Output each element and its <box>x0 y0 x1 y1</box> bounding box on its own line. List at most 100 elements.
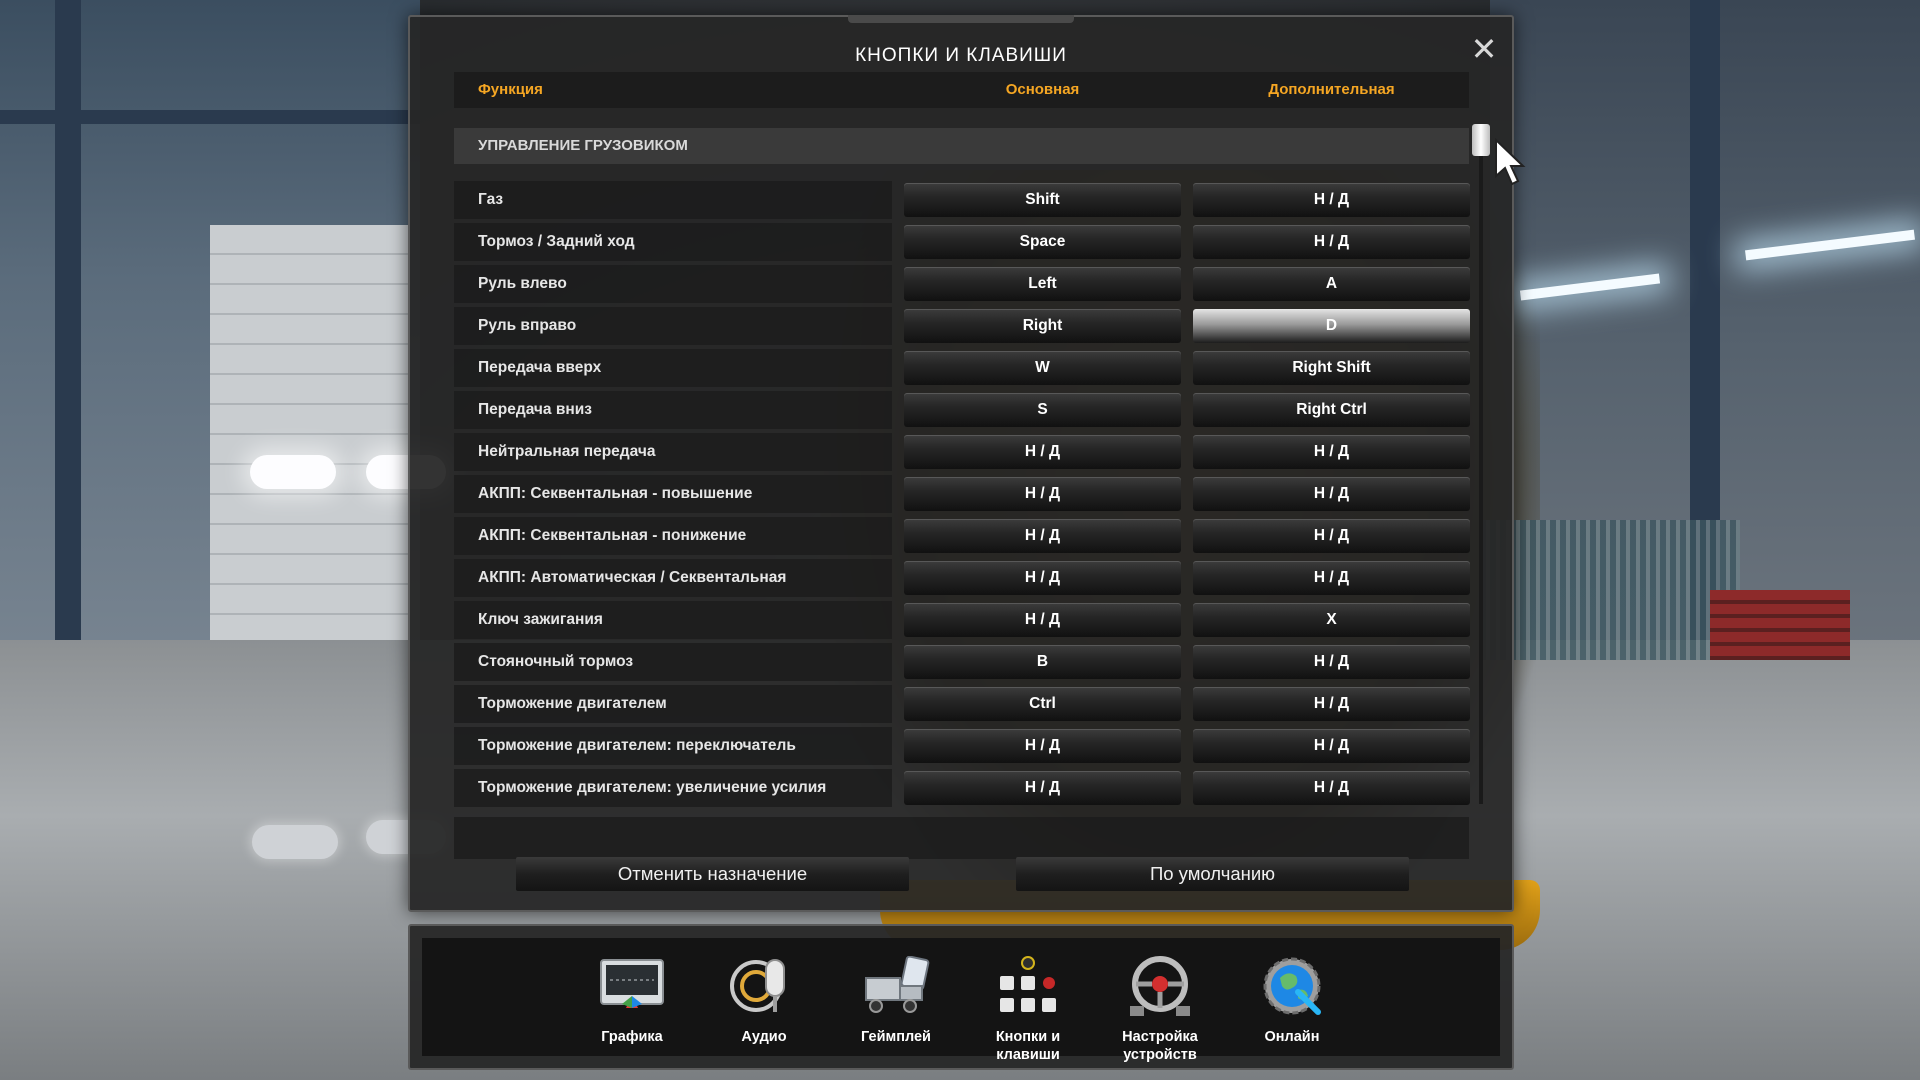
function-label: Передача вверх <box>454 349 892 387</box>
secondary-key-button[interactable]: A <box>1193 267 1470 301</box>
keybindings-table: Функция Основная Дополнительная УПРАВЛЕН… <box>454 72 1470 862</box>
primary-key-button[interactable]: Н / Д <box>904 771 1181 805</box>
primary-key-button[interactable]: Н / Д <box>904 477 1181 511</box>
function-label: Торможение двигателем: переключатель <box>454 727 892 765</box>
secondary-key-button[interactable]: Н / Д <box>1193 435 1470 469</box>
function-label: Ключ зажигания <box>454 601 892 639</box>
table-row: АКПП: Секвентальная - повышение Н / Д Н … <box>454 473 1470 515</box>
lamp <box>252 825 338 859</box>
steering-wheel-icon <box>1130 956 1190 1016</box>
crates <box>1480 520 1740 660</box>
defaults-button[interactable]: По умолчанию <box>1016 857 1409 891</box>
secondary-key-button[interactable]: Н / Д <box>1193 771 1470 805</box>
table-row: АКПП: Секвентальная - понижение Н / Д Н … <box>454 515 1470 557</box>
binding-rows: Газ Shift Н / Д Тормоз / Задний ход Spac… <box>454 179 1470 809</box>
steel-beam <box>0 110 420 124</box>
function-label: Нейтральная передача <box>454 433 892 471</box>
secondary-key-button[interactable]: Н / Д <box>1193 519 1470 553</box>
table-row: Руль влево Left A <box>454 263 1470 305</box>
dialog-title: КНОПКИ И КЛАВИШИ <box>855 45 1067 66</box>
secondary-key-button[interactable]: Right Shift <box>1193 351 1470 385</box>
microphone-icon <box>730 959 785 1012</box>
function-label: Торможение двигателем <box>454 685 892 723</box>
menu-item-label: Графика <box>601 1029 663 1045</box>
table-row: Ключ зажигания Н / Д X <box>454 599 1470 641</box>
function-label: Руль вправо <box>454 307 892 345</box>
table-row: Нейтральная передача Н / Д Н / Д <box>454 431 1470 473</box>
secondary-key-button[interactable]: Н / Д <box>1193 477 1470 511</box>
table-row: Передача вверх W Right Shift <box>454 347 1470 389</box>
primary-key-button[interactable]: Space <box>904 225 1181 259</box>
monitor-icon <box>600 959 664 1008</box>
function-label: Тормоз / Задний ход <box>454 223 892 261</box>
scrollbar[interactable] <box>1472 124 1490 804</box>
primary-key-button[interactable]: Н / Д <box>904 561 1181 595</box>
primary-key-button[interactable]: Н / Д <box>904 519 1181 553</box>
settings-menu-bar: Графика Аудио Геймплей Кнопки и клавиши … <box>408 924 1514 1070</box>
menu-item-online[interactable]: Онлайн <box>1232 956 1352 1076</box>
secondary-key-button[interactable]: Н / Д <box>1193 687 1470 721</box>
truck-icon <box>865 956 930 1013</box>
function-label: АКПП: Секвентальная - понижение <box>454 517 892 555</box>
table-row: АКПП: Автоматическая / Секвентальная Н /… <box>454 557 1470 599</box>
menu-item-label: Геймплей <box>861 1029 931 1045</box>
menu-item-graphics[interactable]: Графика <box>572 956 692 1076</box>
secondary-key-button[interactable]: X <box>1193 603 1470 637</box>
crates <box>1710 590 1850 660</box>
primary-key-button[interactable]: Shift <box>904 183 1181 217</box>
scrollbar-thumb[interactable] <box>1472 124 1490 156</box>
function-label: АКПП: Автоматическая / Секвентальная <box>454 559 892 597</box>
lamp <box>250 455 336 489</box>
header-secondary: Дополнительная <box>1268 81 1395 98</box>
menu-item-gameplay[interactable]: Геймплей <box>836 956 956 1076</box>
secondary-key-button[interactable]: Н / Д <box>1193 645 1470 679</box>
primary-key-button[interactable]: B <box>904 645 1181 679</box>
section-header: УПРАВЛЕНИЕ ГРУЗОВИКОМ <box>454 128 1469 164</box>
primary-key-button[interactable]: Ctrl <box>904 687 1181 721</box>
table-row: Руль вправо Right D <box>454 305 1470 347</box>
function-label: АКПП: Секвентальная - повышение <box>454 475 892 513</box>
secondary-key-button[interactable]: Н / Д <box>1193 225 1470 259</box>
table-row: Передача вниз S Right Ctrl <box>454 389 1470 431</box>
table-row: Тормоз / Задний ход Space Н / Д <box>454 221 1470 263</box>
menu-item-controls[interactable]: Кнопки и клавиши <box>968 956 1088 1076</box>
menu-item-label: Кнопки и клавиши <box>995 1029 1061 1063</box>
header-primary: Основная <box>1005 81 1080 98</box>
primary-key-button[interactable]: Right <box>904 309 1181 343</box>
table-row: Газ Shift Н / Д <box>454 179 1470 221</box>
function-label: Газ <box>454 181 892 219</box>
table-header: Функция Основная Дополнительная <box>454 72 1469 108</box>
garage-door <box>210 225 410 645</box>
primary-key-button[interactable]: Left <box>904 267 1181 301</box>
table-row: Стояночный тормоз B Н / Д <box>454 641 1470 683</box>
table-row: Торможение двигателем: переключатель Н /… <box>454 725 1470 767</box>
globe-icon <box>1263 957 1321 1015</box>
function-label: Торможение двигателем: увеличение усилия <box>454 769 892 807</box>
menu-item-label: Аудио <box>741 1029 787 1045</box>
function-label: Передача вниз <box>454 391 892 429</box>
controls-dialog: КНОПКИ И КЛАВИШИ ✕ Функция Основная Допо… <box>408 15 1514 912</box>
secondary-key-button[interactable]: Right Ctrl <box>1193 393 1470 427</box>
menu-item-audio[interactable]: Аудио <box>704 956 824 1076</box>
secondary-key-button[interactable]: Н / Д <box>1193 183 1470 217</box>
secondary-key-button[interactable]: Н / Д <box>1193 729 1470 763</box>
secondary-key-button[interactable]: D <box>1193 309 1470 343</box>
steel-beam <box>55 0 81 660</box>
mouse-cursor-icon <box>1495 138 1526 186</box>
keys-icon <box>1000 956 1056 1012</box>
menu-item-devices[interactable]: Настройка устройств <box>1100 956 1220 1076</box>
dialog-tab-notch <box>848 15 1074 23</box>
menu-item-label: Онлайн <box>1264 1029 1320 1045</box>
primary-key-button[interactable]: Н / Д <box>904 729 1181 763</box>
primary-key-button[interactable]: Н / Д <box>904 435 1181 469</box>
close-button[interactable]: ✕ <box>1466 31 1502 67</box>
table-footer <box>454 817 1469 859</box>
unbind-button[interactable]: Отменить назначение <box>516 857 909 891</box>
secondary-key-button[interactable]: Н / Д <box>1193 561 1470 595</box>
primary-key-button[interactable]: W <box>904 351 1181 385</box>
table-row: Торможение двигателем Ctrl Н / Д <box>454 683 1470 725</box>
primary-key-button[interactable]: S <box>904 393 1181 427</box>
primary-key-button[interactable]: Н / Д <box>904 603 1181 637</box>
function-label: Стояночный тормоз <box>454 643 892 681</box>
close-icon: ✕ <box>1470 31 1498 67</box>
